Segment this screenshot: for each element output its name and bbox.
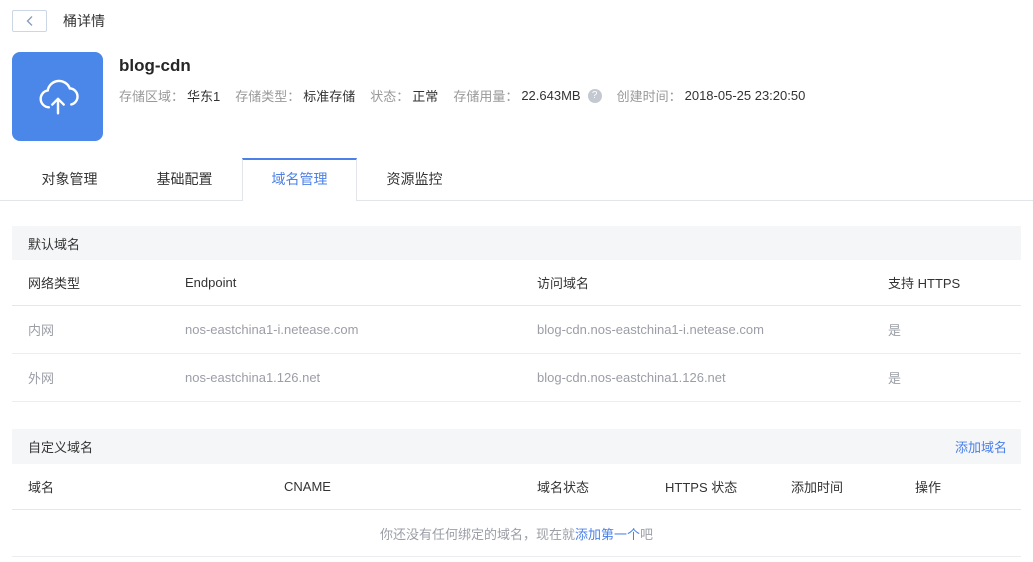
meta-status: 状态： 正常	[370, 89, 439, 104]
tab-content: 默认域名 网络类型 Endpoint 访问域名 支持 HTTPS 内网 nos-…	[12, 226, 1021, 557]
tab-resource-monitor[interactable]: 资源监控	[357, 158, 472, 200]
back-button[interactable]	[12, 10, 47, 32]
empty-state-text: 你还没有任何绑定的域名，现在就	[379, 526, 575, 542]
col-https-status: HTTPS 状态	[665, 480, 738, 495]
empty-state: 你还没有任何绑定的域名，现在就 添加第一个吧	[12, 510, 1021, 557]
default-domain-table-header: 网络类型 Endpoint 访问域名 支持 HTTPS	[12, 260, 1021, 306]
empty-state-suffix: 吧	[640, 526, 654, 542]
custom-domain-section-title: 自定义域名	[28, 440, 94, 455]
bucket-info: blog-cdn 存储区域： 华东1 存储类型： 标准存储 状态： 正常 存储用…	[119, 52, 820, 141]
col-add-time: 添加时间	[791, 480, 844, 495]
page-title: 桶详情	[63, 13, 105, 29]
default-domain-section-title: 默认域名	[28, 236, 81, 252]
table-row: 内网 nos-eastchina1-i.netease.com blog-cdn…	[12, 306, 1021, 354]
network-type: 内网	[28, 323, 55, 338]
custom-domain-table-header: 域名 CNAME 域名状态 HTTPS 状态 添加时间 操作	[12, 464, 1021, 510]
col-actions: 操作	[915, 480, 942, 495]
col-network-type: 网络类型	[28, 276, 81, 291]
chevron-left-icon	[26, 16, 32, 26]
default-domain-section-header: 默认域名	[12, 226, 1021, 260]
https-support: 是	[888, 323, 902, 338]
bucket-cloud-upload-icon	[12, 52, 103, 141]
tab-bar: 对象管理 基础配置 域名管理 资源监控	[0, 158, 1033, 201]
tab-basic-config[interactable]: 基础配置	[127, 158, 242, 200]
custom-domain-section-header: 自定义域名 添加域名	[12, 429, 1021, 464]
add-first-domain-link[interactable]: 添加第一个	[575, 524, 640, 543]
endpoint: nos-eastchina1.126.net	[185, 370, 321, 385]
help-icon[interactable]: ?	[587, 88, 602, 103]
meta-storage-usage: 存储用量： 22.643MB ?	[453, 86, 602, 105]
bucket-header: blog-cdn 存储区域： 华东1 存储类型： 标准存储 状态： 正常 存储用…	[0, 42, 1033, 141]
tab-object-management[interactable]: 对象管理	[12, 158, 127, 200]
access-domain: blog-cdn.nos-eastchina1-i.netease.com	[537, 322, 764, 337]
col-domain-status: 域名状态	[537, 480, 590, 495]
col-domain: 域名	[28, 480, 55, 495]
col-https-support: 支持 HTTPS	[888, 276, 961, 291]
meta-storage-region: 存储区域： 华东1	[119, 89, 221, 104]
https-support: 是	[888, 371, 902, 386]
access-domain: blog-cdn.nos-eastchina1.126.net	[537, 370, 726, 385]
col-endpoint: Endpoint	[185, 275, 237, 290]
top-bar: 桶详情	[0, 0, 1033, 42]
col-cname: CNAME	[284, 479, 331, 494]
tab-domain-management[interactable]: 域名管理	[242, 158, 357, 201]
bucket-name: blog-cdn	[119, 56, 191, 75]
meta-storage-type: 存储类型： 标准存储	[235, 89, 356, 104]
col-access-domain: 访问域名	[537, 276, 590, 291]
bucket-meta: 存储区域： 华东1 存储类型： 标准存储 状态： 正常 存储用量： 22.643…	[119, 86, 820, 105]
endpoint: nos-eastchina1-i.netease.com	[185, 322, 359, 337]
meta-created-time: 创建时间： 2018-05-25 23:20:50	[616, 88, 806, 104]
add-domain-button[interactable]: 添加域名	[955, 437, 1007, 456]
network-type: 外网	[28, 371, 55, 386]
table-row: 外网 nos-eastchina1.126.net blog-cdn.nos-e…	[12, 354, 1021, 402]
